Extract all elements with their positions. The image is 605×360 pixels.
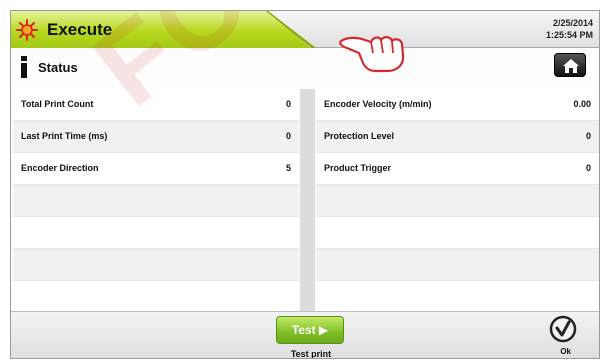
laser-starburst-icon	[16, 19, 38, 41]
left-status-column: Total Print Count 0 Last Print Time (ms)…	[13, 89, 299, 311]
row-value: 0.00	[573, 99, 591, 109]
table-row: Protection Level 0	[316, 121, 599, 153]
table-row-empty	[13, 185, 299, 217]
ok-caption: Ok	[560, 347, 571, 356]
table-row: Encoder Direction 5	[13, 153, 299, 185]
pointing-hand-icon	[339, 36, 405, 73]
status-label: Status	[38, 60, 78, 75]
row-value: 0	[285, 131, 291, 141]
execute-screen: Execute 2/25/2014 1:25:54 PM Status Tota…	[10, 10, 600, 359]
row-value: 0	[585, 131, 591, 141]
info-icon	[21, 56, 27, 78]
table-row-empty	[13, 217, 299, 249]
row-label: Total Print Count	[21, 99, 94, 109]
table-row: Encoder Velocity (m/min) 0.00	[316, 89, 599, 121]
time-text: 1:25:54 PM	[545, 30, 593, 40]
bottom-bar: Test ▶ Test print Ok	[11, 311, 599, 359]
table-row: Last Print Time (ms) 0	[13, 121, 299, 153]
datetime-display: 2/25/2014 1:25:54 PM	[546, 17, 593, 41]
home-icon	[563, 59, 579, 73]
row-value: 5	[285, 163, 291, 173]
page-title: Execute	[47, 20, 113, 39]
title-bar: Execute 2/25/2014 1:25:54 PM	[11, 11, 599, 48]
table-row-empty	[316, 217, 599, 249]
home-button[interactable]	[554, 53, 586, 77]
date-text: 2/25/2014	[552, 18, 593, 28]
test-print-button[interactable]: Test ▶	[276, 316, 344, 344]
table-row-empty	[316, 185, 599, 217]
row-value: 0	[285, 99, 291, 109]
row-label: Last Print Time (ms)	[21, 131, 108, 141]
table-row-empty	[13, 281, 299, 311]
table-row: Total Print Count 0	[13, 89, 299, 121]
checkmark-circle-icon[interactable]	[549, 315, 577, 343]
table-row: Product Trigger 0	[316, 153, 599, 185]
table-row-empty	[13, 249, 299, 281]
row-label: Product Trigger	[324, 163, 392, 173]
test-print-caption: Test print	[290, 349, 332, 359]
right-status-column: Encoder Velocity (m/min) 0.00 Protection…	[316, 89, 599, 311]
row-value: 0	[585, 163, 591, 173]
column-divider	[300, 89, 315, 311]
row-label: Encoder Velocity (m/min)	[324, 99, 432, 109]
row-label: Encoder Direction	[21, 163, 99, 173]
table-row-empty	[316, 281, 599, 311]
row-label: Protection Level	[324, 131, 395, 141]
table-row-empty	[316, 249, 599, 281]
